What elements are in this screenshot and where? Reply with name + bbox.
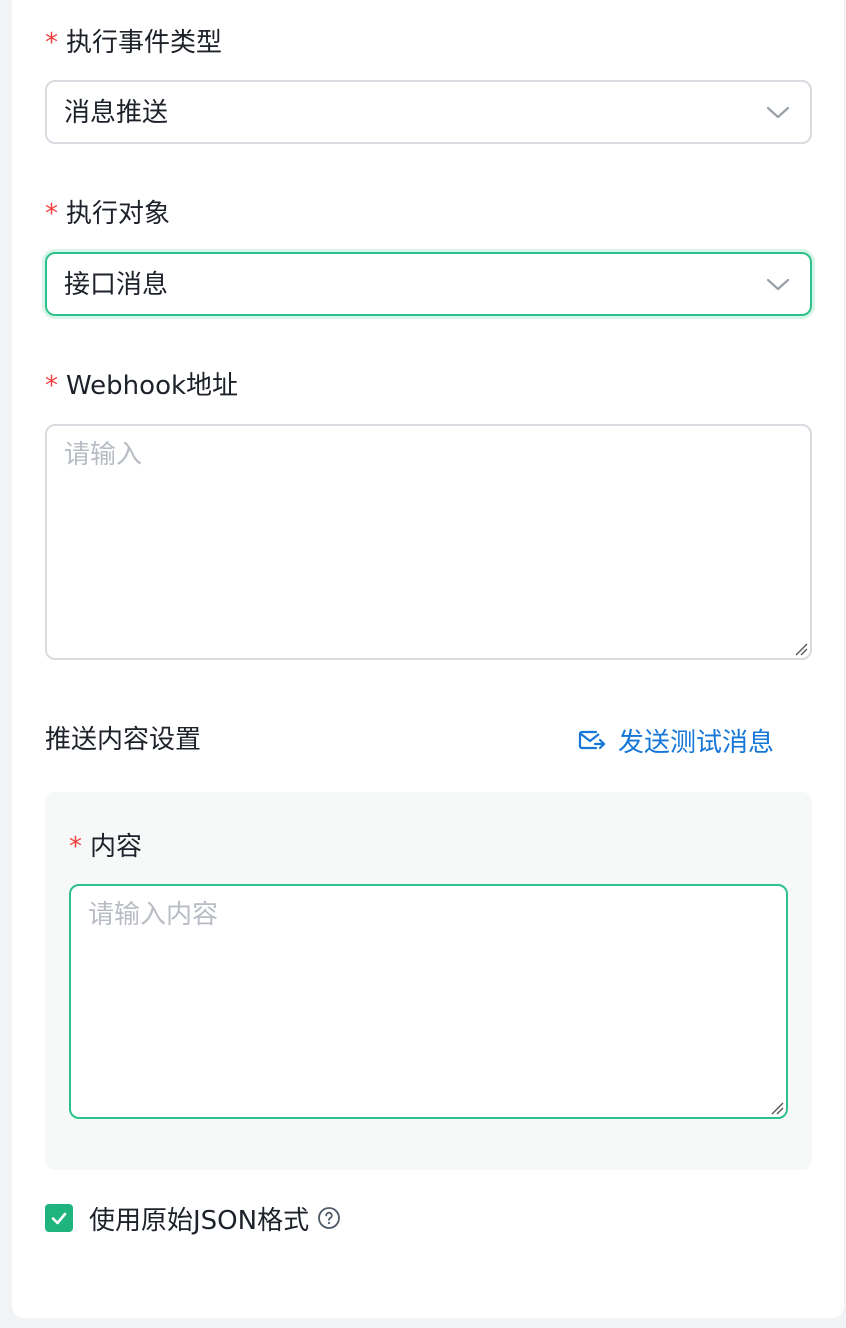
required-mark: * [69, 832, 82, 862]
question-circle-icon[interactable] [317, 1206, 341, 1230]
event-type-label: * 执行事件类型 [45, 26, 222, 60]
required-mark: * [45, 28, 58, 58]
required-mark: * [45, 199, 58, 229]
send-test-message-label: 发送测试消息 [618, 727, 775, 758]
content-label: * 内容 [69, 830, 142, 864]
target-select[interactable]: 接口消息 [45, 252, 812, 316]
chevron-down-icon [766, 278, 790, 291]
target-value: 接口消息 [64, 270, 169, 300]
target-label: * 执行对象 [45, 197, 170, 231]
send-test-message-button[interactable]: 发送测试消息 [578, 722, 774, 758]
webhook-label-text: Webhook地址 [66, 371, 239, 401]
form-card: * 执行事件类型 消息推送 * 执行对象 接口消息 * Webhook地址 请输入 推… [12, 0, 844, 1318]
chevron-down-icon [766, 106, 790, 119]
raw-json-checkbox[interactable] [45, 1204, 73, 1232]
raw-json-label[interactable]: 使用原始JSON格式 [89, 1200, 309, 1237]
raw-json-option: 使用原始JSON格式 [45, 1200, 341, 1236]
webhook-label: * Webhook地址 [45, 369, 238, 403]
event-type-select[interactable]: 消息推送 [45, 80, 812, 144]
webhook-textarea[interactable]: 请输入 [45, 424, 812, 660]
resize-grip-icon[interactable] [768, 1099, 784, 1115]
content-placeholder: 请输入内容 [88, 900, 219, 930]
mail-send-icon [578, 730, 606, 750]
webhook-placeholder: 请输入 [64, 440, 143, 470]
target-label-text: 执行对象 [66, 199, 171, 229]
push-settings-title: 推送内容设置 [45, 725, 202, 755]
event-type-label-text: 执行事件类型 [66, 28, 223, 58]
resize-grip-icon[interactable] [792, 640, 808, 656]
check-icon [51, 1212, 67, 1225]
required-mark: * [45, 371, 58, 401]
content-label-text: 内容 [90, 832, 143, 862]
event-type-value: 消息推送 [64, 98, 169, 128]
content-panel: * 内容 请输入内容 [45, 792, 812, 1170]
content-textarea[interactable]: 请输入内容 [69, 884, 788, 1119]
